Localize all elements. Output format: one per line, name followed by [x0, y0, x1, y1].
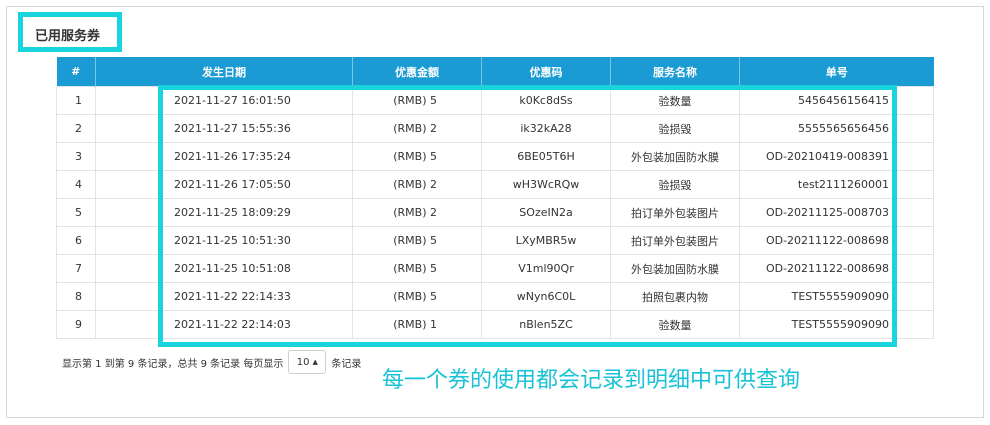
- cell-order-no: 5555565656456: [739, 114, 934, 143]
- cell-order-no: test2111260001: [739, 170, 934, 199]
- cell-code: wNyn6C0L: [481, 282, 611, 311]
- cell-order-no: 5456456156415: [739, 86, 934, 115]
- cell-code: k0Kc8dSs: [481, 86, 611, 115]
- cell-code: ik32kA28: [481, 114, 611, 143]
- table-row: 4 2021-11-26 17:05:50 (RMB) 2 wH3WcRQw 验…: [56, 170, 934, 199]
- cell-service: 拍订单外包装图片: [610, 226, 740, 255]
- cell-order-no: TEST5555909090: [739, 310, 934, 339]
- column-header-amount[interactable]: 优惠金额: [352, 57, 482, 87]
- cell-amount: (RMB) 2: [352, 198, 482, 227]
- cell-index: 7: [56, 254, 96, 283]
- cell-amount: (RMB) 5: [352, 226, 482, 255]
- cell-service: 验数量: [610, 86, 740, 115]
- cell-index: 3: [56, 142, 96, 171]
- cell-amount: (RMB) 1: [352, 310, 482, 339]
- cell-index: 8: [56, 282, 96, 311]
- cell-index: 9: [56, 310, 96, 339]
- table-body: 1 2021-11-27 16:01:50 (RMB) 5 k0Kc8dSs 验…: [56, 86, 934, 339]
- panel-title-highlight: 已用服务券: [18, 12, 122, 52]
- cell-date: 2021-11-22 22:14:33: [95, 282, 353, 311]
- cell-service: 外包装加固防水膜: [610, 254, 740, 283]
- page-size-dropdown[interactable]: 10 ▲: [288, 350, 327, 374]
- cell-code: nBlen5ZC: [481, 310, 611, 339]
- cell-date: 2021-11-25 18:09:29: [95, 198, 353, 227]
- cell-amount: (RMB) 5: [352, 282, 482, 311]
- table-row: 1 2021-11-27 16:01:50 (RMB) 5 k0Kc8dSs 验…: [56, 86, 934, 115]
- cell-order-no: OD-20211125-008703: [739, 198, 934, 227]
- cell-index: 1: [56, 86, 96, 115]
- column-header-index[interactable]: #: [56, 57, 96, 87]
- cell-code: LXyMBR5w: [481, 226, 611, 255]
- cell-date: 2021-11-25 10:51:08: [95, 254, 353, 283]
- table-row: 6 2021-11-25 10:51:30 (RMB) 5 LXyMBR5w 拍…: [56, 226, 934, 255]
- cell-order-no: OD-20211122-008698: [739, 226, 934, 255]
- table-row: 9 2021-11-22 22:14:03 (RMB) 1 nBlen5ZC 验…: [56, 310, 934, 339]
- cell-order-no: OD-20211122-008698: [739, 254, 934, 283]
- cell-order-no: OD-20210419-008391: [739, 142, 934, 171]
- pagination-bar: 显示第 1 到第 9 条记录，总共 9 条记录 每页显示 10 ▲ 条记录: [62, 350, 361, 374]
- cell-service: 拍订单外包装图片: [610, 198, 740, 227]
- panel-title: 已用服务券: [35, 29, 101, 44]
- cell-date: 2021-11-27 16:01:50: [95, 86, 353, 115]
- cell-index: 6: [56, 226, 96, 255]
- table-row: 5 2021-11-25 18:09:29 (RMB) 2 SOzeIN2a 拍…: [56, 198, 934, 227]
- cell-amount: (RMB) 2: [352, 114, 482, 143]
- cell-code: V1ml90Qr: [481, 254, 611, 283]
- cell-index: 4: [56, 170, 96, 199]
- cell-service: 外包装加固防水膜: [610, 142, 740, 171]
- cell-amount: (RMB) 5: [352, 142, 482, 171]
- pagination-summary: 显示第 1 到第 9 条记录，总共 9 条记录 每页显示: [62, 358, 284, 370]
- table-header-row: # 发生日期 优惠金额 优惠码 服务名称 单号: [56, 57, 934, 87]
- column-header-service[interactable]: 服务名称: [610, 57, 740, 87]
- cell-date: 2021-11-27 15:55:36: [95, 114, 353, 143]
- column-header-order-no[interactable]: 单号: [739, 57, 934, 87]
- column-header-date[interactable]: 发生日期: [95, 57, 353, 87]
- table-row: 8 2021-11-22 22:14:33 (RMB) 5 wNyn6C0L 拍…: [56, 282, 934, 311]
- cell-code: wH3WcRQw: [481, 170, 611, 199]
- table-row: 7 2021-11-25 10:51:08 (RMB) 5 V1ml90Qr 外…: [56, 254, 934, 283]
- cell-index: 5: [56, 198, 96, 227]
- cell-service: 验损毁: [610, 114, 740, 143]
- table-row: 2 2021-11-27 15:55:36 (RMB) 2 ik32kA28 验…: [56, 114, 934, 143]
- table-row: 3 2021-11-26 17:35:24 (RMB) 5 6BE05T6H 外…: [56, 142, 934, 171]
- cell-service: 验损毁: [610, 170, 740, 199]
- cell-code: 6BE05T6H: [481, 142, 611, 171]
- page-size-value: 10: [296, 356, 310, 368]
- cell-date: 2021-11-26 17:35:24: [95, 142, 353, 171]
- cell-date: 2021-11-22 22:14:03: [95, 310, 353, 339]
- cell-amount: (RMB) 5: [352, 254, 482, 283]
- cell-date: 2021-11-25 10:51:30: [95, 226, 353, 255]
- cell-order-no: TEST5555909090: [739, 282, 934, 311]
- cell-index: 2: [56, 114, 96, 143]
- cell-service: 拍照包裹内物: [610, 282, 740, 311]
- cell-amount: (RMB) 2: [352, 170, 482, 199]
- cell-date: 2021-11-26 17:05:50: [95, 170, 353, 199]
- column-header-code[interactable]: 优惠码: [481, 57, 611, 87]
- cell-amount: (RMB) 5: [352, 86, 482, 115]
- cell-code: SOzeIN2a: [481, 198, 611, 227]
- caret-up-icon: ▲: [312, 358, 318, 366]
- used-coupons-table: # 发生日期 优惠金额 优惠码 服务名称 单号 1 2021-11-27 16:…: [56, 57, 934, 339]
- cell-service: 验数量: [610, 310, 740, 339]
- pagination-suffix: 条记录: [331, 358, 362, 370]
- annotation-caption: 每一个券的使用都会记录到明细中可供查询: [382, 368, 801, 393]
